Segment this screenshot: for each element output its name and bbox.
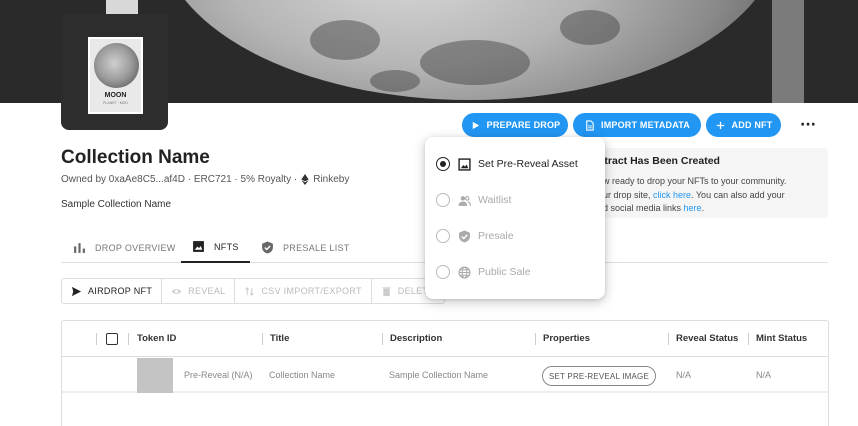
globe-icon bbox=[458, 265, 471, 279]
reveal-button[interactable]: REVEAL bbox=[162, 279, 236, 303]
header-title: Title bbox=[270, 333, 290, 344]
menu-item-label: Public Sale bbox=[478, 266, 531, 278]
collection-avatar[interactable]: MOON PLANET · MOD bbox=[61, 14, 168, 130]
airdrop-nft-button[interactable]: AIRDROP NFT bbox=[62, 279, 163, 303]
tab-presale-list-label: PRESALE LIST bbox=[283, 242, 350, 253]
tab-nfts-label: NFTS bbox=[214, 241, 239, 252]
select-all-checkbox[interactable] bbox=[106, 333, 118, 345]
tab-drop-overview[interactable]: DROP OVERVIEW bbox=[73, 232, 176, 263]
menu-item-presale[interactable]: Presale bbox=[436, 226, 514, 246]
import-metadata-button[interactable]: IMPORT METADATA bbox=[573, 113, 701, 137]
avatar-title: MOON bbox=[104, 92, 127, 99]
notice-line-1: ow ready to drop your NFTs to your commu… bbox=[598, 176, 787, 186]
menu-item-label: Waitlist bbox=[478, 194, 512, 206]
menu-item-label: Presale bbox=[478, 230, 514, 242]
import-export-icon bbox=[245, 286, 255, 296]
prepare-drop-button[interactable]: PREPARE DROP bbox=[462, 113, 568, 137]
image-icon bbox=[458, 157, 471, 171]
table-header: Token ID Title Description Properties Re… bbox=[62, 321, 828, 357]
cell-title: Collection Name bbox=[269, 370, 336, 380]
people-icon bbox=[458, 195, 471, 206]
prepare-drop-menu: Set Pre-Reveal Asset Waitlist Presale Pu… bbox=[425, 137, 605, 299]
avatar-moon-image bbox=[94, 43, 139, 88]
click-here-link[interactable]: click here bbox=[653, 190, 691, 200]
more-options-button[interactable]: ··· bbox=[794, 113, 822, 137]
menu-item-waitlist[interactable]: Waitlist bbox=[436, 190, 511, 210]
header-reveal-status: Reveal Status bbox=[676, 333, 739, 344]
tab-drop-overview-label: DROP OVERVIEW bbox=[95, 242, 176, 253]
eye-icon bbox=[172, 288, 182, 294]
import-metadata-label: IMPORT METADATA bbox=[601, 120, 690, 130]
here-link[interactable]: here bbox=[684, 203, 702, 213]
csv-import-export-button[interactable]: CSV IMPORT/EXPORT bbox=[235, 279, 372, 303]
bar-chart-icon bbox=[74, 243, 85, 253]
notice-line-3-suffix: . bbox=[701, 203, 705, 213]
notice-line-2: our drop site, bbox=[598, 189, 654, 200]
play-icon bbox=[472, 121, 479, 129]
collection-title: Collection Name bbox=[61, 147, 210, 168]
header-token-id: Token ID bbox=[137, 333, 177, 344]
reveal-label: REVEAL bbox=[188, 286, 226, 296]
notice-line-3: nd social media links bbox=[598, 203, 684, 213]
owner-details: Owned by 0xaAe8C5...af4D · ERC721 · 5% R… bbox=[61, 174, 298, 185]
notice-line-2-suffix: . You can also add your bbox=[691, 189, 785, 200]
shield-check-icon bbox=[459, 230, 470, 242]
tab-presale-list[interactable]: PRESALE LIST bbox=[261, 232, 350, 263]
banner-strip-right bbox=[772, 0, 804, 103]
ethereum-icon bbox=[301, 174, 309, 185]
avatar-image: MOON PLANET · MOD bbox=[88, 37, 143, 114]
menu-item-label: Set Pre-Reveal Asset bbox=[478, 158, 578, 170]
add-nft-label: ADD NFT bbox=[731, 120, 773, 130]
trash-icon bbox=[382, 286, 391, 296]
image-icon bbox=[193, 241, 204, 252]
cell-mint-status: N/A bbox=[756, 370, 772, 380]
contract-created-notice: ntract Has Been Created ow ready to drop… bbox=[578, 148, 828, 218]
nft-toolbar: AIRDROP NFT REVEAL CSV IMPORT/EXPORT DEL… bbox=[61, 278, 445, 304]
set-pre-reveal-image-button[interactable]: SET PRE-REVEAL IMAGE bbox=[542, 366, 656, 386]
banner-moon-image bbox=[160, 0, 780, 100]
collection-owner-line: Owned by 0xaAe8C5...af4D · ERC721 · 5% R… bbox=[61, 174, 349, 185]
airdrop-nft-label: AIRDROP NFT bbox=[88, 286, 153, 296]
cell-token-id: Pre-Reveal (N/A) bbox=[184, 370, 253, 380]
header-mint-status: Mint Status bbox=[756, 333, 808, 344]
document-icon bbox=[586, 119, 594, 131]
header-description: Description bbox=[390, 333, 443, 344]
shield-check-icon bbox=[262, 241, 273, 254]
radio-unselected[interactable] bbox=[436, 229, 450, 243]
csv-import-export-label: CSV IMPORT/EXPORT bbox=[261, 286, 362, 296]
avatar-subtitle: PLANET · MOD bbox=[103, 101, 128, 105]
menu-item-public-sale[interactable]: Public Sale bbox=[436, 262, 531, 282]
cell-reveal-status: N/A bbox=[676, 370, 692, 380]
add-nft-button[interactable]: ADD NFT bbox=[706, 113, 781, 137]
nft-table: Token ID Title Description Properties Re… bbox=[61, 320, 829, 426]
notice-title: ntract Has Been Created bbox=[598, 155, 720, 167]
header-properties: Properties bbox=[543, 333, 590, 344]
menu-item-set-pre-reveal-asset[interactable]: Set Pre-Reveal Asset bbox=[436, 154, 578, 174]
radio-unselected[interactable] bbox=[436, 265, 450, 279]
notice-body: ow ready to drop your NFTs to your commu… bbox=[598, 175, 826, 216]
prepare-drop-label: PREPARE DROP bbox=[486, 120, 561, 130]
nft-thumbnail bbox=[137, 358, 173, 393]
cell-description: Sample Collection Name bbox=[389, 370, 489, 380]
plus-icon bbox=[716, 121, 724, 129]
network-name: Rinkeby bbox=[313, 174, 350, 185]
table-row[interactable]: Pre-Reveal (N/A) Collection Name Sample … bbox=[62, 358, 828, 393]
radio-selected[interactable] bbox=[436, 157, 450, 171]
radio-unselected[interactable] bbox=[436, 193, 450, 207]
send-icon bbox=[71, 286, 82, 296]
collection-description: Sample Collection Name bbox=[61, 199, 172, 210]
tab-nfts[interactable]: NFTS bbox=[181, 232, 250, 263]
